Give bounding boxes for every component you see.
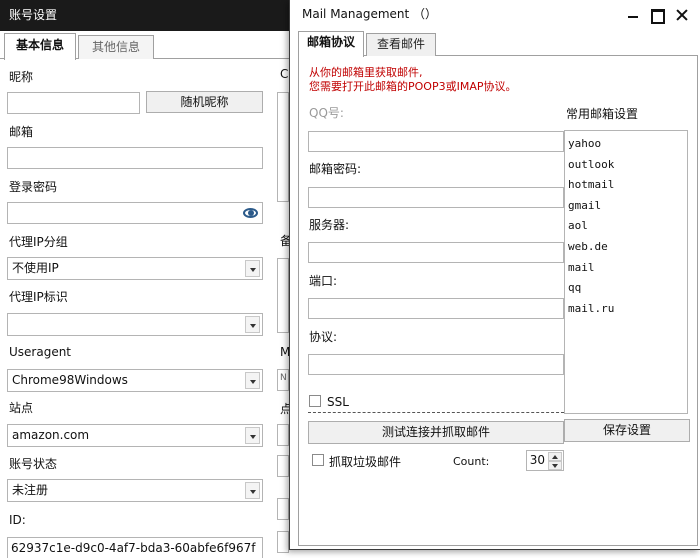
count-stepper[interactable]: 30 [526, 450, 564, 471]
status-value: 未注册 [12, 483, 49, 497]
port-input[interactable] [308, 298, 564, 319]
email-label: 邮箱 [9, 125, 34, 139]
password-label: 登录密码 [9, 180, 58, 194]
mail-password-label: 邮箱密码: [309, 162, 362, 176]
partial-field-n-text: N [280, 373, 287, 383]
protocol-input[interactable] [308, 354, 564, 375]
preset-item-mail[interactable]: mail [565, 258, 687, 279]
email-input[interactable] [7, 147, 263, 169]
tab-view-mail[interactable]: 查看邮件 [366, 33, 436, 56]
preset-item-gmail[interactable]: gmail [565, 196, 687, 217]
partial-notes-box[interactable] [277, 258, 289, 333]
protocol-note-line2: 您需要打开此邮箱的POOP3或IMAP协议。 [309, 80, 517, 93]
partial-label-c: C [280, 67, 289, 81]
port-label: 端口: [309, 274, 338, 288]
site-select[interactable]: amazon.com [7, 424, 263, 447]
qq-label: QQ号: [309, 106, 344, 120]
count-label: Count: [453, 455, 490, 468]
test-connection-button[interactable]: 测试连接并抓取邮件 [308, 421, 564, 444]
random-nickname-button[interactable]: 随机昵称 [146, 91, 263, 113]
nickname-input[interactable] [7, 92, 140, 114]
chevron-down-icon[interactable] [245, 427, 260, 444]
preset-item-outlook[interactable]: outlook [565, 155, 687, 176]
mail-password-input[interactable] [308, 187, 564, 208]
preset-item-yahoo[interactable]: yahoo [565, 134, 687, 155]
site-label: 站点 [9, 401, 34, 415]
preset-item-web-de[interactable]: web.de [565, 237, 687, 258]
save-settings-button[interactable]: 保存设置 [564, 419, 690, 442]
status-select[interactable]: 未注册 [7, 479, 263, 502]
password-input[interactable] [7, 202, 263, 224]
proxy-group-value: 不使用IP [12, 261, 59, 275]
id-label: ID: [9, 513, 26, 527]
useragent-select[interactable]: Chrome98Windows [7, 369, 263, 392]
spin-up-icon[interactable] [548, 452, 562, 461]
chevron-down-icon[interactable] [245, 260, 260, 277]
account-settings-tabs: 基本信息 其他信息 [0, 33, 290, 60]
minimize-icon[interactable] [626, 8, 640, 22]
server-input[interactable] [308, 242, 564, 263]
partial-textarea[interactable] [277, 92, 289, 202]
partial-field-n[interactable]: N [277, 369, 289, 391]
useragent-label: Useragent [9, 345, 72, 359]
presets-list[interactable]: yahoo outlook hotmail gmail aol web.de m… [564, 130, 688, 414]
ssl-label: SSL [327, 395, 349, 409]
tab-other-info[interactable]: 其他信息 [78, 35, 154, 59]
chevron-down-icon[interactable] [245, 316, 260, 333]
divider [308, 412, 564, 413]
preset-item-qq[interactable]: qq [565, 278, 687, 299]
proxy-tag-select[interactable] [7, 313, 263, 336]
show-password-eye-icon[interactable] [241, 204, 261, 222]
partial-field-2[interactable] [277, 455, 289, 477]
mail-management-dialog: Mail Management （） 邮箱协议 查看邮件 从你的邮箱里获取邮件,… [289, 0, 700, 550]
partial-field-3[interactable] [277, 498, 289, 520]
partial-field-4[interactable] [277, 531, 289, 553]
ssl-checkbox[interactable] [309, 395, 321, 407]
preset-item-hotmail[interactable]: hotmail [565, 175, 687, 196]
tab-mail-protocol[interactable]: 邮箱协议 [298, 31, 364, 57]
proxy-tag-label: 代理IP标识 [9, 290, 68, 304]
tab-basic-info[interactable]: 基本信息 [4, 33, 76, 60]
spin-down-icon[interactable] [548, 461, 562, 470]
dialog-tabs: 邮箱协议 查看邮件 [298, 31, 698, 57]
chevron-down-icon[interactable] [245, 372, 260, 389]
id-value[interactable]: 62937c1e-d9c0-4af7-bda3-60abfe6f967f [7, 537, 263, 558]
protocol-label: 协议: [309, 330, 338, 344]
server-label: 服务器: [309, 218, 350, 232]
useragent-value: Chrome98Windows [12, 373, 128, 387]
maximize-icon[interactable] [650, 8, 665, 24]
junk-mail-checkbox[interactable] [312, 454, 324, 466]
preset-item-aol[interactable]: aol [565, 216, 687, 237]
mail-protocol-panel: 从你的邮箱里获取邮件, 您需要打开此邮箱的POOP3或IMAP协议。 QQ号: … [298, 56, 698, 546]
proxy-group-select[interactable]: 不使用IP [7, 257, 263, 280]
partial-field-1[interactable] [277, 424, 289, 446]
site-value: amazon.com [12, 428, 90, 442]
close-icon[interactable] [675, 8, 689, 22]
junk-mail-label: 抓取垃圾邮件 [329, 455, 402, 469]
preset-item-mail-ru[interactable]: mail.ru [565, 299, 687, 320]
proxy-group-label: 代理IP分组 [9, 235, 68, 249]
presets-header: 常用邮箱设置 [566, 107, 639, 121]
nickname-label: 昵称 [9, 70, 34, 84]
count-value: 30 [529, 453, 545, 467]
chevron-down-icon[interactable] [245, 482, 260, 499]
status-label: 账号状态 [9, 457, 58, 471]
qq-input[interactable] [308, 131, 564, 152]
